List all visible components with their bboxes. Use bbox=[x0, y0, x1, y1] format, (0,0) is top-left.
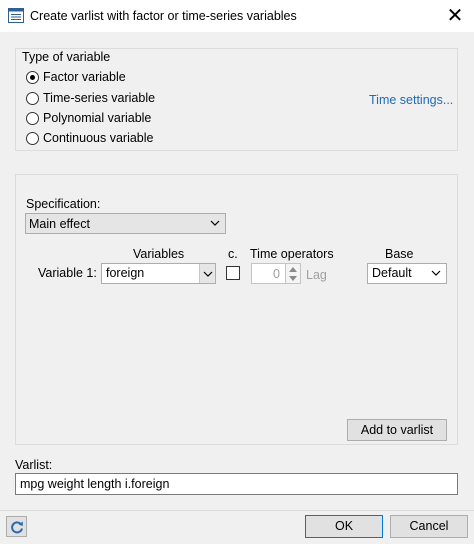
title-bar: Create varlist with factor or time-serie… bbox=[0, 0, 474, 32]
window-title: Create varlist with factor or time-serie… bbox=[30, 9, 297, 23]
lag-value: 0 bbox=[273, 267, 280, 281]
column-header-time-operators: Time operators bbox=[250, 247, 334, 261]
chevron-down-icon bbox=[203, 271, 213, 277]
radio-continuous-variable[interactable]: Continuous variable bbox=[26, 129, 154, 147]
dialog-app-icon bbox=[8, 8, 24, 23]
varlist-field[interactable]: mpg weight length i.foreign bbox=[15, 473, 458, 495]
lag-spinner[interactable] bbox=[285, 263, 301, 284]
column-header-c: c. bbox=[228, 247, 238, 261]
lag-label: Lag bbox=[306, 268, 327, 282]
variable-value: foreign bbox=[106, 266, 145, 280]
radio-label: Continuous variable bbox=[43, 131, 154, 145]
radio-button[interactable] bbox=[26, 111, 39, 125]
base-value: Default bbox=[372, 266, 412, 280]
radio-label: Factor variable bbox=[43, 70, 126, 84]
reset-refresh-icon bbox=[11, 521, 23, 534]
column-header-variables: Variables bbox=[133, 247, 185, 261]
column-header-base: Base bbox=[385, 247, 414, 261]
variable-1-label: Variable 1: bbox=[38, 266, 97, 280]
chevron-down-icon bbox=[210, 220, 220, 226]
spin-down-icon[interactable] bbox=[289, 276, 297, 282]
variable-dropdown-button[interactable] bbox=[199, 264, 215, 283]
radio-time-series-variable[interactable]: Time-series variable bbox=[26, 89, 155, 107]
variable-select[interactable]: foreign bbox=[101, 263, 216, 284]
specification-label: Specification: bbox=[26, 197, 101, 211]
dialog-body: Type of variable Factor variable Time-se… bbox=[0, 32, 474, 510]
radio-label: Time-series variable bbox=[43, 91, 156, 105]
specification-value: Main effect bbox=[29, 217, 90, 231]
radio-button[interactable] bbox=[26, 131, 39, 145]
reset-button[interactable] bbox=[6, 516, 27, 537]
radio-polynomial-variable[interactable]: Polynomial variable bbox=[26, 109, 151, 127]
spin-up-icon[interactable] bbox=[289, 266, 297, 272]
type-of-variable-legend: Type of variable bbox=[20, 50, 113, 64]
varlist-value: mpg weight length i.foreign bbox=[20, 477, 170, 491]
cancel-button[interactable]: Cancel bbox=[390, 515, 468, 538]
varlist-label: Varlist: bbox=[15, 458, 53, 472]
radio-button[interactable] bbox=[26, 91, 39, 105]
radio-factor-variable[interactable]: Factor variable bbox=[26, 68, 126, 86]
specification-select[interactable]: Main effect bbox=[25, 213, 226, 234]
radio-button-selected[interactable] bbox=[26, 70, 39, 84]
chevron-down-icon bbox=[431, 270, 441, 276]
radio-label: Polynomial variable bbox=[43, 111, 152, 125]
time-settings-link[interactable]: Time settings... bbox=[369, 93, 453, 107]
base-select[interactable]: Default bbox=[367, 263, 447, 284]
ok-button[interactable]: OK bbox=[305, 515, 383, 538]
add-to-varlist-button[interactable]: Add to varlist bbox=[347, 419, 447, 441]
lag-input[interactable]: 0 bbox=[251, 263, 287, 284]
button-bar: OK Cancel bbox=[0, 510, 474, 544]
close-icon[interactable]: ✕ bbox=[443, 4, 467, 28]
continuous-checkbox[interactable] bbox=[226, 266, 240, 280]
